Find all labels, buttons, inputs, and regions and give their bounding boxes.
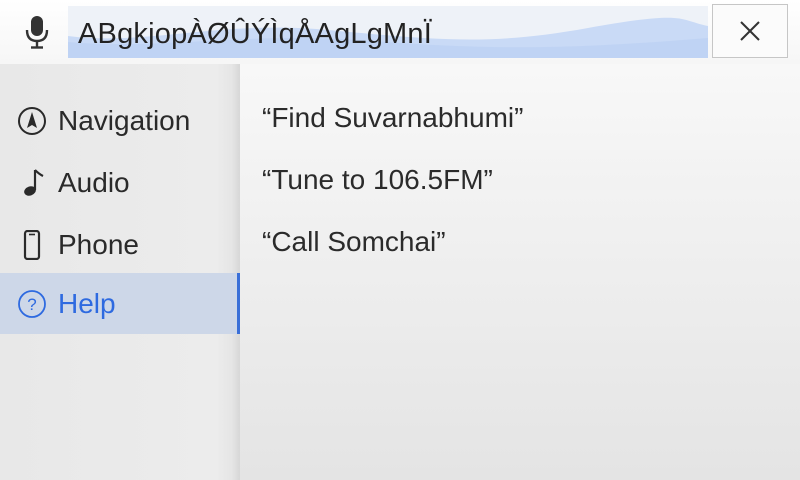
sidebar-item-navigation[interactable]: Navigation bbox=[0, 90, 240, 152]
sidebar-item-audio[interactable]: Audio bbox=[0, 152, 240, 214]
sidebar-item-label: Audio bbox=[58, 167, 130, 198]
svg-text:?: ? bbox=[27, 295, 36, 314]
microphone-button[interactable] bbox=[18, 12, 56, 52]
compass-icon bbox=[17, 106, 47, 136]
help-icon: ? bbox=[17, 289, 47, 319]
voice-query-text: ABgkjopÀØÛÝÌqÅAgLgMnÏ bbox=[78, 18, 432, 50]
sidebar-item-label: Phone bbox=[58, 229, 139, 260]
close-icon bbox=[740, 21, 760, 41]
close-button[interactable] bbox=[712, 4, 788, 58]
phone-icon bbox=[17, 230, 47, 260]
sidebar: Navigation Audio Phone ? Help bbox=[0, 64, 240, 480]
sidebar-item-label: Help bbox=[58, 287, 116, 319]
voice-command-example[interactable]: “Tune to 106.5FM” bbox=[262, 164, 493, 196]
sidebar-item-phone[interactable]: Phone bbox=[0, 214, 240, 276]
microphone-icon bbox=[25, 16, 49, 49]
top-bar: ABgkjopÀØÛÝÌqÅAgLgMnÏ bbox=[0, 0, 800, 64]
voice-command-example[interactable]: “Call Somchai” bbox=[262, 226, 446, 258]
sidebar-item-label: Navigation bbox=[58, 105, 191, 136]
music-note-icon bbox=[17, 168, 47, 198]
voice-query-field[interactable]: ABgkjopÀØÛÝÌqÅAgLgMnÏ bbox=[68, 6, 708, 58]
help-content: “Find Suvarnabhumi” “Tune to 106.5FM” “C… bbox=[240, 64, 800, 480]
sidebar-item-help[interactable]: ? Help bbox=[0, 273, 240, 334]
voice-command-example[interactable]: “Find Suvarnabhumi” bbox=[262, 102, 523, 134]
